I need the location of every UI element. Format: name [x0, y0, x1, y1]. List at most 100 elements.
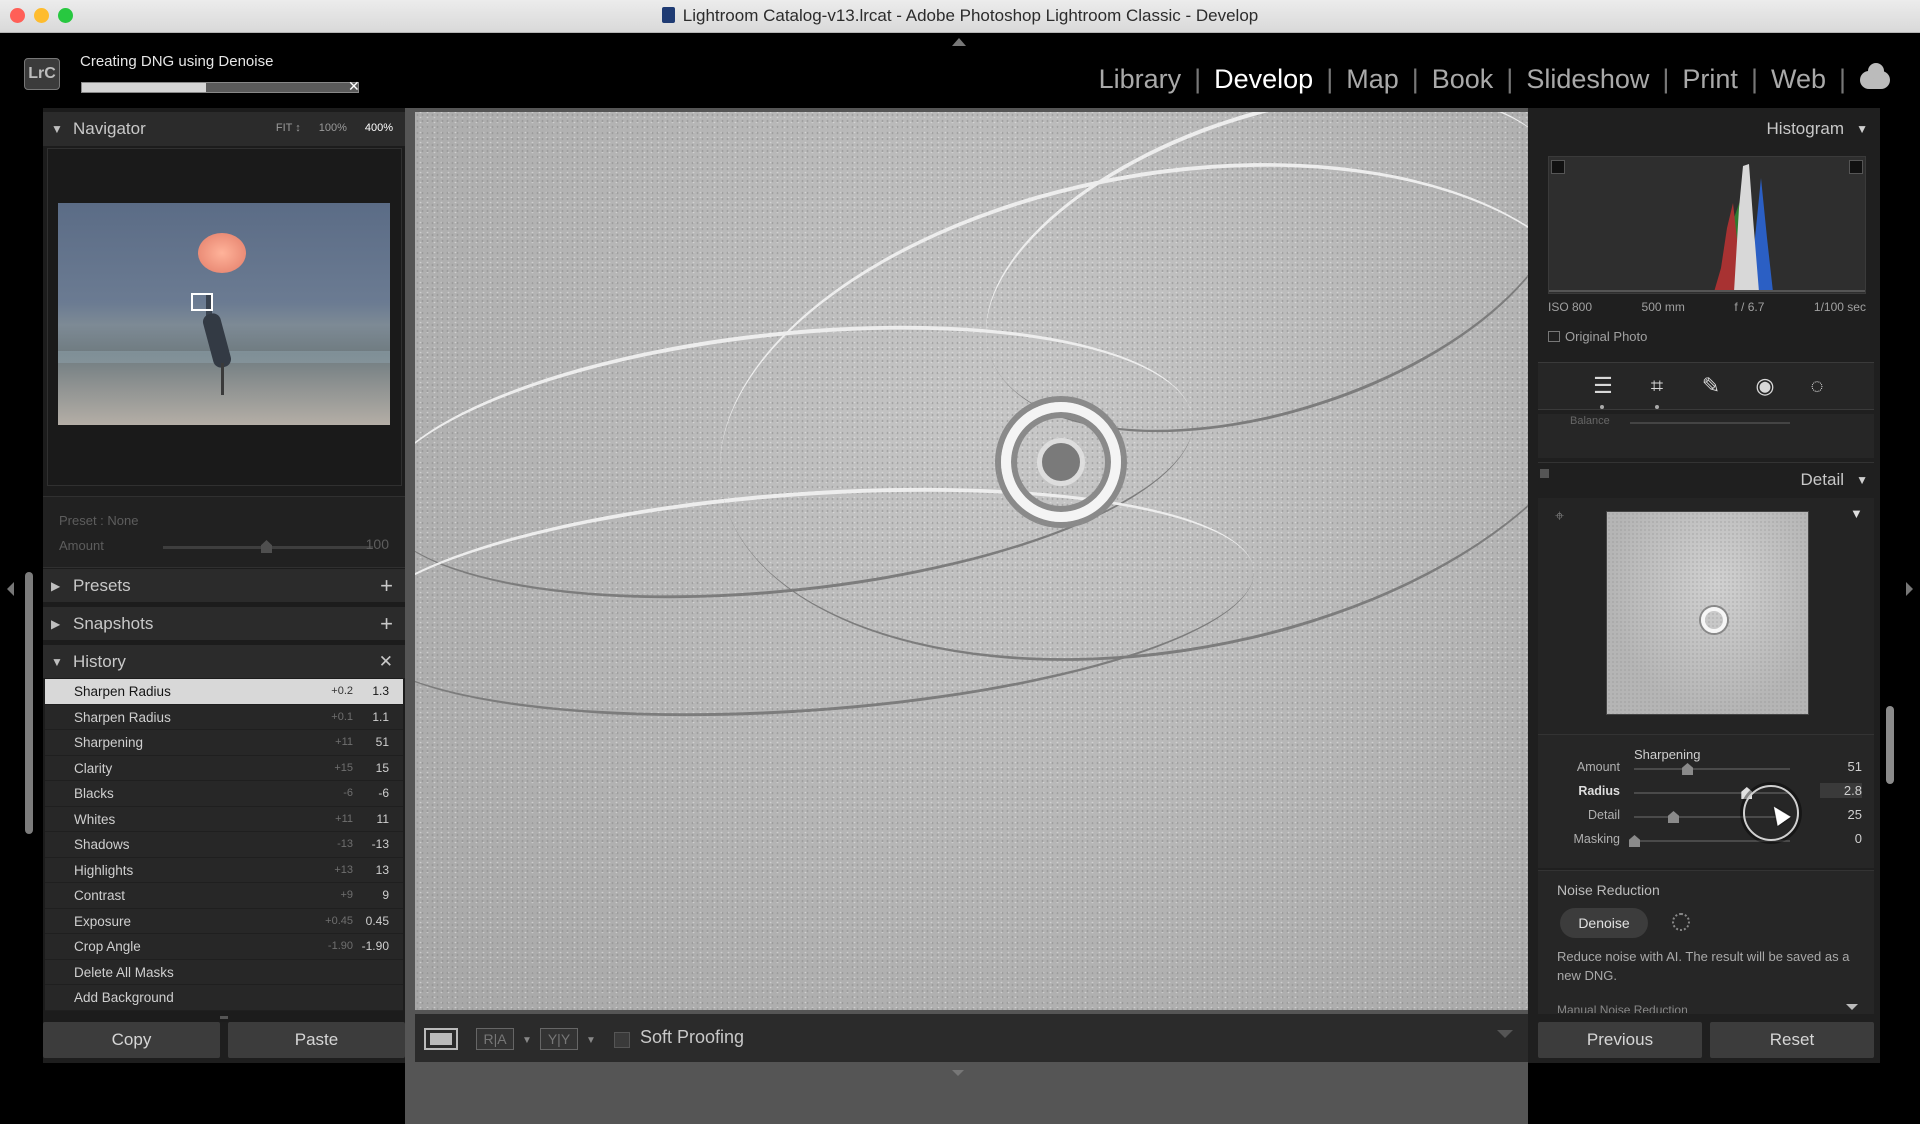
shutter-speed: 1/100 sec: [1813, 300, 1866, 314]
history-row[interactable]: Clarity +15 15: [45, 755, 403, 781]
history-row[interactable]: Shadows -13 -13: [45, 832, 403, 858]
shadow-clipping-indicator[interactable]: [1551, 160, 1565, 174]
module-develop[interactable]: Develop: [1201, 64, 1326, 95]
soft-proofing-checkbox[interactable]: [614, 1032, 630, 1048]
history-row[interactable]: Add Background: [45, 985, 403, 1011]
detail-header[interactable]: Detail ▼: [1538, 462, 1874, 496]
task-progress-bar: [81, 82, 359, 93]
paste-button[interactable]: Paste: [228, 1022, 405, 1058]
module-map[interactable]: Map: [1333, 64, 1412, 95]
history-step-delta: +0.45: [325, 914, 353, 927]
slider-value-detail[interactable]: 25: [1820, 807, 1862, 822]
detail-preview-image[interactable]: [1606, 511, 1809, 715]
cloud-sync-icon[interactable]: [1860, 62, 1890, 89]
crop-icon[interactable]: ⌗: [1644, 373, 1670, 399]
collapse-bottom-panel-arrow[interactable]: [952, 1070, 964, 1076]
add-preset-icon[interactable]: +: [380, 573, 393, 599]
navigator-thumbnail[interactable]: [58, 203, 390, 425]
navigator-header[interactable]: ▼ Navigator FIT ↕ 100% 400%: [43, 112, 405, 146]
history-step-delta: +9: [340, 889, 353, 901]
reset-button[interactable]: Reset: [1710, 1022, 1874, 1058]
history-row[interactable]: Exposure +0.45 0.45: [45, 908, 403, 934]
balance-slider-track[interactable]: [1630, 422, 1790, 424]
photo-canvas[interactable]: [415, 112, 1528, 1010]
manual-noise-reduction-label[interactable]: Manual Noise Reduction: [1557, 1003, 1688, 1013]
healing-icon[interactable]: ✎: [1698, 373, 1724, 399]
original-photo-label: Original Photo: [1565, 329, 1648, 344]
loupe-view-icon[interactable]: [424, 1028, 458, 1050]
history-step-name: Blacks: [74, 786, 114, 801]
history-header[interactable]: ▼ History ✕: [43, 644, 405, 678]
history-row[interactable]: Sharpening +11 51: [45, 730, 403, 756]
expand-triangle-icon[interactable]: [1846, 1004, 1858, 1010]
right-panel-scrollbar[interactable]: [1886, 706, 1894, 784]
history-step-name: Sharpen Radius: [74, 684, 171, 699]
module-print[interactable]: Print: [1669, 64, 1751, 95]
focal-length: 500 mm: [1641, 300, 1685, 314]
zoom-option[interactable]: 100%: [319, 122, 347, 134]
history-step-value: -1.90: [361, 939, 389, 953]
original-photo-checkbox[interactable]: [1548, 331, 1560, 342]
presets-header[interactable]: ▶ Presets +: [43, 568, 405, 602]
edit-sliders-icon[interactable]: ☰: [1590, 373, 1616, 399]
history-row[interactable]: Sharpen Radius +0.2 1.3: [45, 679, 403, 705]
collapse-top-panel-arrow[interactable]: [952, 38, 966, 46]
slider-track-amount[interactable]: [1634, 768, 1790, 770]
cancel-task-icon[interactable]: ✕: [348, 78, 360, 95]
history-row[interactable]: Contrast +9 9: [45, 883, 403, 909]
highlight-clipping-indicator[interactable]: [1849, 160, 1863, 174]
module-book[interactable]: Book: [1419, 64, 1507, 95]
slider-value-masking[interactable]: 0: [1820, 831, 1862, 846]
zoom-option[interactable]: FIT ↕: [276, 122, 301, 134]
before-after-top-bottom-button[interactable]: Y|Y: [540, 1028, 578, 1050]
history-step-delta: +11: [335, 812, 353, 825]
dropdown-arrow-icon[interactable]: ▼: [586, 1035, 596, 1046]
history-row[interactable]: Highlights +13 13: [45, 857, 403, 883]
previous-button[interactable]: Previous: [1538, 1022, 1702, 1058]
slider-label-amount: Amount: [1576, 760, 1620, 774]
amount-slider-knob[interactable]: [261, 540, 272, 553]
history-row[interactable]: Sharpen Radius +0.1 1.1: [45, 704, 403, 730]
collapse-right-panel-arrow[interactable]: [1906, 582, 1913, 596]
slider-value-radius[interactable]: 2.8: [1820, 783, 1862, 798]
slider-value-amount[interactable]: 51: [1820, 759, 1862, 774]
tool-indicator-dot: [1655, 405, 1659, 409]
module-library[interactable]: Library: [1086, 64, 1195, 95]
add-snapshot-icon[interactable]: +: [380, 611, 393, 637]
module-web[interactable]: Web: [1758, 64, 1839, 95]
resize-grip[interactable]: [220, 1016, 228, 1020]
module-slideshow[interactable]: Slideshow: [1513, 64, 1662, 95]
target-adjust-icon[interactable]: ⌖: [1555, 508, 1564, 526]
toolbar-menu-chevron-icon[interactable]: [1497, 1030, 1513, 1038]
history-step-value: 13: [375, 862, 389, 877]
navigator-focus-rectangle[interactable]: [191, 293, 213, 311]
detail-preview-toggle-icon[interactable]: ▼: [1850, 506, 1863, 521]
history-row[interactable]: Delete All Masks: [45, 959, 403, 985]
module-separator: |: [1411, 64, 1419, 94]
before-after-left-right-button[interactable]: R|A: [476, 1028, 514, 1050]
snapshots-header[interactable]: ▶ Snapshots +: [43, 606, 405, 640]
left-panel-scrollbar[interactable]: [25, 572, 33, 834]
dropdown-arrow-icon[interactable]: ▼: [522, 1035, 532, 1046]
histogram-header[interactable]: Histogram ▼: [1538, 112, 1874, 146]
copy-button[interactable]: Copy: [43, 1022, 220, 1058]
history-row[interactable]: Crop Angle -1.90 -1.90: [45, 934, 403, 960]
presets-title: Presets: [73, 576, 131, 595]
collapse-left-panel-arrow[interactable]: [7, 582, 14, 596]
clear-history-icon[interactable]: ✕: [379, 652, 393, 672]
slider-label-detail: Detail: [1588, 808, 1620, 822]
denoise-description: Reduce noise with AI. The result will be…: [1557, 949, 1850, 983]
original-photo-toggle[interactable]: Original Photo: [1548, 329, 1647, 344]
red-eye-icon[interactable]: ◉: [1752, 373, 1778, 399]
history-row[interactable]: Whites +11 11: [45, 806, 403, 832]
history-row[interactable]: Blacks -6 -6: [45, 781, 403, 807]
history-step-value: 9: [382, 888, 389, 902]
masking-icon[interactable]: ◌: [1804, 373, 1830, 399]
panel-toggle-switch[interactable]: [1540, 469, 1549, 478]
histogram-green-channel: [1549, 198, 1865, 292]
denoise-button[interactable]: Denoise: [1560, 908, 1648, 938]
lrc-logo: LrC: [24, 58, 60, 90]
zoom-option[interactable]: 400%: [365, 122, 393, 134]
history-step-delta: +13: [334, 863, 353, 876]
amount-value: 100: [365, 536, 389, 552]
